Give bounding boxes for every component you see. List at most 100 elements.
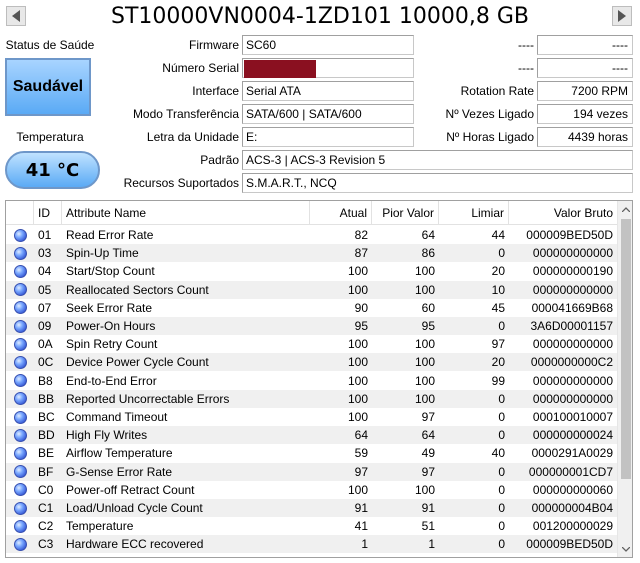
table-row[interactable]: C0 Power-off Retract Count 100 100 0 00000000… — [6, 481, 617, 499]
table-row[interactable]: BD High Fly Writes 64 64 0 000000000024 — [6, 426, 617, 445]
scroll-thumb[interactable] — [621, 219, 631, 479]
table-row[interactable]: 04 Start/Stop Count 100 100 20 000000000190 — [6, 262, 617, 280]
cell-id: BE — [38, 446, 55, 461]
cell-status — [6, 499, 34, 517]
triangle-left-icon — [12, 10, 20, 22]
vertical-scrollbar[interactable] — [617, 201, 632, 557]
cell-id: 01 — [38, 228, 52, 242]
table-row[interactable]: C3 Hardware ECC recovered 1 1 0 000009BED50D — [6, 535, 617, 554]
table-row[interactable]: 05 Reallocated Sectors Count 100 100 10 00000… — [6, 280, 617, 299]
cell-worst: 64 — [421, 228, 435, 242]
good-status-dot-icon — [13, 428, 27, 442]
cell-status — [6, 408, 34, 426]
rotation-rate-label: Rotation Rate — [460, 84, 534, 98]
cell-raw-value: 000000000024 — [532, 428, 613, 443]
cell-status — [6, 299, 34, 317]
column-header-threshold[interactable]: Limiar — [439, 201, 509, 225]
cell-raw-value: 000000004B04 — [531, 501, 613, 515]
table-header: ID Attribute Name Atual Pior Valor Limia… — [6, 201, 617, 225]
cell-status — [6, 426, 34, 444]
good-status-dot-icon — [13, 392, 27, 406]
cell-attribute-name: Reported Uncorrectable Errors — [66, 391, 230, 406]
temperature-button[interactable]: 41 °C — [5, 151, 100, 189]
column-header-current[interactable]: Atual — [310, 201, 372, 225]
table-row[interactable]: 03 Spin-Up Time 87 86 0 000000000000 — [6, 244, 617, 263]
cell-attribute-name: Read Error Rate — [66, 228, 154, 242]
cell-threshold: 0 — [498, 537, 505, 552]
cell-status — [6, 535, 34, 553]
cell-worst: 1 — [428, 537, 435, 552]
cell-current: 100 — [347, 337, 368, 352]
table-row[interactable]: C1 Load/Unload Cycle Count 91 91 0 000000004B… — [6, 499, 617, 517]
smart-attributes-table[interactable]: ID Attribute Name Atual Pior Valor Limia… — [5, 200, 633, 558]
cell-raw-value: 0000000000C2 — [530, 355, 613, 370]
cell-worst: 100 — [414, 282, 435, 297]
cell-worst: 100 — [414, 373, 435, 388]
good-status-dot-icon — [13, 246, 27, 260]
cell-id: B8 — [38, 373, 53, 388]
table-row[interactable]: BC Command Timeout 100 97 0 000100010007 — [6, 408, 617, 426]
cell-status — [6, 317, 34, 335]
cell-current: 97 — [354, 464, 368, 479]
cell-current: 95 — [354, 319, 368, 333]
cell-current: 100 — [347, 482, 368, 497]
next-disk-button[interactable] — [612, 6, 632, 26]
column-header-worst[interactable]: Pior Valor — [372, 201, 439, 225]
good-status-dot-icon — [13, 301, 27, 315]
blank-field-2-value: ---- — [537, 58, 633, 78]
cell-worst: 100 — [414, 264, 435, 279]
cell-attribute-name: Temperature — [66, 519, 134, 534]
good-status-dot-icon — [13, 501, 27, 515]
cell-raw-value: 000000000000 — [532, 337, 613, 352]
good-status-dot-icon — [13, 465, 27, 479]
interface-label: Interface — [192, 84, 239, 98]
power-on-count-value: 194 vezes — [537, 104, 633, 124]
cell-threshold: 0 — [498, 428, 505, 443]
serial-number-label: Número Serial — [162, 61, 239, 75]
cell-worst: 64 — [421, 428, 435, 443]
cell-id: BB — [38, 391, 55, 406]
column-header-id[interactable]: ID — [34, 201, 62, 225]
disk-title: ST10000VN0004-1ZD101 10000,8 GB — [111, 4, 529, 29]
table-row[interactable]: C2 Temperature 41 51 0 001200000029 — [6, 517, 617, 535]
table-row[interactable]: 01 Read Error Rate 82 64 44 000009BED50D — [6, 226, 617, 244]
scroll-down-button[interactable] — [618, 541, 632, 557]
table-row[interactable]: 07 Seek Error Rate 90 60 45 000041669B68 — [6, 299, 617, 317]
column-header-status[interactable] — [6, 201, 34, 225]
cell-raw-value: 000000000000 — [532, 246, 613, 261]
table-row[interactable]: BB Reported Uncorrectable Errors 100 100 0 00… — [6, 389, 617, 408]
cell-attribute-name: Reallocated Sectors Count — [66, 282, 209, 297]
table-row[interactable]: 0A Spin Retry Count 100 100 97 000000000000 — [6, 335, 617, 353]
cell-id: BD — [38, 428, 55, 443]
previous-disk-button[interactable] — [6, 6, 26, 26]
cell-status — [6, 353, 34, 371]
cell-attribute-name: High Fly Writes — [66, 428, 148, 443]
cell-worst: 100 — [414, 337, 435, 352]
good-status-dot-icon — [13, 355, 27, 369]
table-row[interactable]: BE Airflow Temperature 59 49 40 0000291A0029 — [6, 444, 617, 462]
cell-current: 100 — [347, 410, 368, 424]
table-row[interactable]: 09 Power-On Hours 95 95 0 3A6D00001157 — [6, 317, 617, 335]
cell-id: C2 — [38, 519, 54, 534]
column-header-attribute-name[interactable]: Attribute Name — [62, 201, 310, 225]
column-header-raw-value[interactable]: Valor Bruto — [509, 201, 617, 225]
table-row[interactable]: B8 End-to-End Error 100 100 99 000000000000 — [6, 372, 617, 390]
cell-status — [6, 262, 34, 280]
cell-threshold: 97 — [491, 337, 505, 352]
cell-current: 100 — [347, 391, 368, 406]
scroll-up-button[interactable] — [618, 201, 632, 217]
cell-worst: 100 — [414, 355, 435, 370]
table-row[interactable]: BF G-Sense Error Rate 97 97 0 000000001CD7 — [6, 462, 617, 481]
cell-status — [6, 226, 34, 244]
good-status-dot-icon — [13, 283, 27, 297]
power-on-hours-value: 4439 horas — [537, 127, 633, 147]
good-status-dot-icon — [13, 319, 27, 333]
table-row[interactable]: 0C Device Power Cycle Count 100 100 20 000000… — [6, 353, 617, 372]
cell-raw-value: 000000000000 — [532, 373, 613, 388]
cell-status — [6, 517, 34, 535]
blank-field-1-label: ---- — [518, 38, 534, 52]
health-status-button[interactable]: Saudável — [5, 58, 91, 116]
cell-worst: 100 — [414, 482, 435, 497]
cell-threshold: 40 — [491, 446, 505, 461]
cell-id: 09 — [38, 319, 52, 333]
